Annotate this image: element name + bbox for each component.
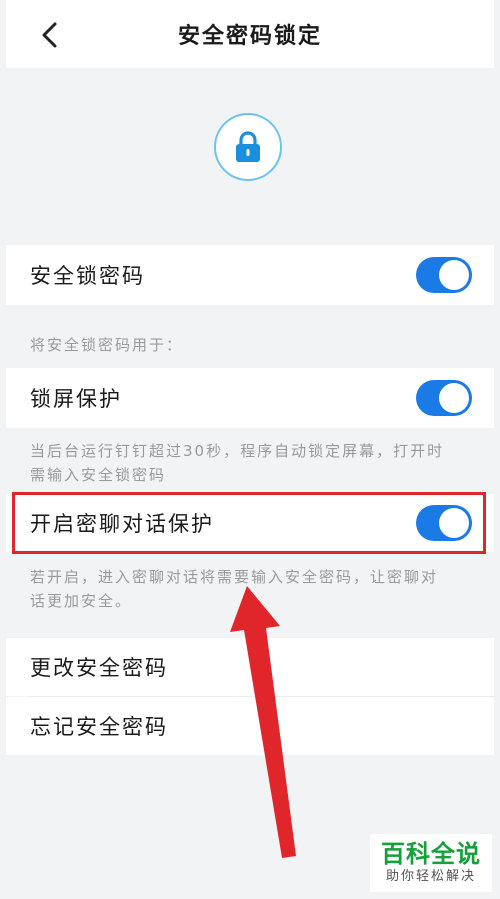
watermark-subtitle: 助你轻松解决	[385, 869, 476, 884]
screen-lock-label: 锁屏保护	[30, 387, 122, 411]
watermark: 百科全说 助你轻松解决	[370, 834, 492, 892]
change-password-row[interactable]: 更改安全密码	[6, 638, 494, 696]
secret-chat-description: 若开启，进入密聊对话将需要输入安全密码，让密聊对 话更加安全。	[30, 565, 470, 613]
safe-lock-row: 安全锁密码	[6, 245, 494, 305]
toggle-knob	[439, 508, 469, 538]
change-password-label: 更改安全密码	[30, 656, 168, 680]
screen-lock-description-line2: 需输入安全锁密码	[30, 466, 167, 484]
section-hint: 将安全锁密码用于：	[30, 336, 184, 354]
screen-lock-description-line1: 当后台运行钉钉超过30秒，程序自动锁定屏幕，打开时	[30, 442, 445, 460]
secret-chat-label: 开启密聊对话保护	[30, 512, 214, 536]
screen-lock-toggle[interactable]	[416, 380, 472, 416]
toggle-knob	[439, 383, 469, 413]
secret-chat-description-line1: 若开启，进入密聊对话将需要输入安全密码，让密聊对	[30, 568, 439, 586]
forgot-password-label: 忘记安全密码	[30, 715, 168, 739]
lock-icon	[236, 131, 260, 162]
back-button[interactable]	[34, 18, 64, 52]
chevron-left-icon	[42, 22, 57, 48]
safe-lock-toggle[interactable]	[416, 257, 472, 293]
secret-chat-description-line2: 话更加安全。	[30, 592, 133, 610]
top-bar: 安全密码锁定	[6, 0, 494, 68]
lock-badge	[214, 113, 282, 181]
secret-chat-toggle[interactable]	[416, 505, 472, 541]
secret-chat-row: 开启密聊对话保护	[6, 494, 494, 552]
safe-lock-label: 安全锁密码	[30, 264, 145, 288]
screen-lock-row: 锁屏保护	[6, 368, 494, 428]
forgot-password-row[interactable]: 忘记安全密码	[6, 697, 494, 755]
toggle-knob	[439, 260, 469, 290]
page-title: 安全密码锁定	[177, 24, 322, 49]
watermark-title: 百科全说	[381, 840, 481, 868]
screen-lock-description: 当后台运行钉钉超过30秒，程序自动锁定屏幕，打开时 需输入安全锁密码	[30, 439, 470, 487]
